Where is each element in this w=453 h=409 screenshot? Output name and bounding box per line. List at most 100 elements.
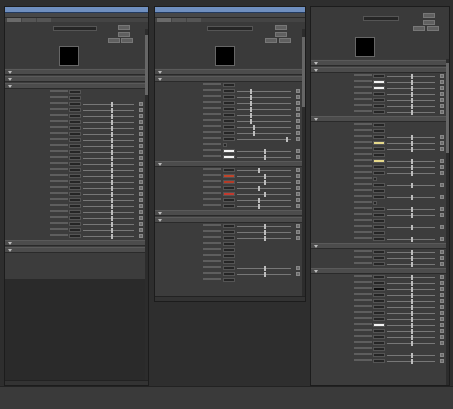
map-button[interactable] [440,275,444,279]
value-field[interactable] [69,168,82,172]
map-button[interactable] [440,195,444,199]
hide-button[interactable] [121,38,133,43]
map-button[interactable] [296,131,300,135]
attribute-slider[interactable] [236,168,291,173]
map-button[interactable] [139,138,143,142]
value-field[interactable] [373,207,386,211]
map-button[interactable] [440,165,444,169]
map-button[interactable] [296,149,300,153]
attribute-slider[interactable] [236,198,291,203]
map-button[interactable] [440,86,444,90]
map-button[interactable] [139,234,143,238]
attribute-slider[interactable] [83,150,134,155]
map-button[interactable] [139,150,143,154]
value-field[interactable] [69,102,82,106]
color-swatch[interactable] [373,159,386,163]
value-field[interactable] [222,113,235,117]
map-button[interactable] [440,323,444,327]
map-button[interactable] [440,256,444,260]
scrollbar-thumb[interactable] [145,35,148,95]
section-header[interactable] [155,210,305,216]
presets-button[interactable] [275,32,287,37]
attribute-slider[interactable] [83,162,134,167]
value-field[interactable] [373,335,386,339]
value-field[interactable] [69,186,82,190]
value-field[interactable] [373,256,386,260]
value-field[interactable] [373,153,386,157]
attribute-slider[interactable] [83,192,134,197]
section-header[interactable] [5,76,148,82]
map-button[interactable] [296,107,300,111]
map-button[interactable] [440,225,444,229]
attribute-slider[interactable] [83,222,134,227]
value-field[interactable] [69,108,82,112]
attribute-slider[interactable] [387,329,435,334]
value-field[interactable] [222,95,235,99]
map-button[interactable] [440,311,444,315]
value-field[interactable] [69,90,82,94]
value-field[interactable] [222,168,235,172]
attribute-slider[interactable] [387,250,435,255]
color-swatch[interactable] [222,155,235,159]
section-header[interactable] [155,69,305,75]
attribute-slider[interactable] [387,317,435,322]
map-button[interactable] [296,198,300,202]
slider-handle[interactable] [263,155,266,160]
color-swatch[interactable] [222,192,235,196]
map-button[interactable] [296,119,300,123]
attribute-slider[interactable] [387,275,435,280]
value-field[interactable] [373,231,386,235]
map-button[interactable] [440,329,444,333]
attribute-slider[interactable] [236,131,291,136]
slider-handle[interactable] [411,359,414,364]
value-field[interactable] [373,135,386,139]
attribute-slider[interactable] [387,171,435,176]
value-field[interactable] [69,120,82,124]
attribute-slider[interactable] [83,126,134,131]
color-swatch[interactable] [373,86,386,90]
value-field[interactable] [222,266,235,270]
map-button[interactable] [296,204,300,208]
attribute-slider[interactable] [387,287,435,292]
attribute-slider[interactable] [387,80,435,85]
map-button[interactable] [296,89,300,93]
material-preview-swatch[interactable] [355,37,375,57]
value-field[interactable] [373,329,386,333]
value-field[interactable] [222,272,235,276]
attribute-slider[interactable] [236,155,291,160]
node-name-field[interactable] [363,16,399,21]
value-field[interactable] [373,347,386,351]
map-button[interactable] [440,237,444,241]
material-preview-swatch[interactable] [59,46,79,66]
value-field[interactable] [373,275,386,279]
map-button[interactable] [440,171,444,175]
map-button[interactable] [296,224,300,228]
map-button[interactable] [139,180,143,184]
map-button[interactable] [296,168,300,172]
attribute-slider[interactable] [236,204,291,209]
value-field[interactable] [222,204,235,208]
value-field[interactable] [222,278,235,282]
map-button[interactable] [440,213,444,217]
attribute-slider[interactable] [387,237,435,242]
map-button[interactable] [296,155,300,159]
value-field[interactable] [222,101,235,105]
value-field[interactable] [373,237,386,241]
attribute-slider[interactable] [387,86,435,91]
map-button[interactable] [139,198,143,202]
color-swatch[interactable] [373,80,386,84]
attribute-slider[interactable] [387,262,435,267]
map-button[interactable] [440,159,444,163]
map-button[interactable] [440,353,444,357]
hide-button[interactable] [427,26,439,31]
attribute-slider[interactable] [83,114,134,119]
value-field[interactable] [69,144,82,148]
value-field[interactable] [222,186,235,190]
map-button[interactable] [139,114,143,118]
value-field[interactable] [69,216,82,220]
attribute-slider[interactable] [387,225,435,230]
value-field[interactable] [69,204,82,208]
attribute-slider[interactable] [387,110,435,115]
show-button[interactable] [265,38,277,43]
color-swatch[interactable] [373,141,386,145]
